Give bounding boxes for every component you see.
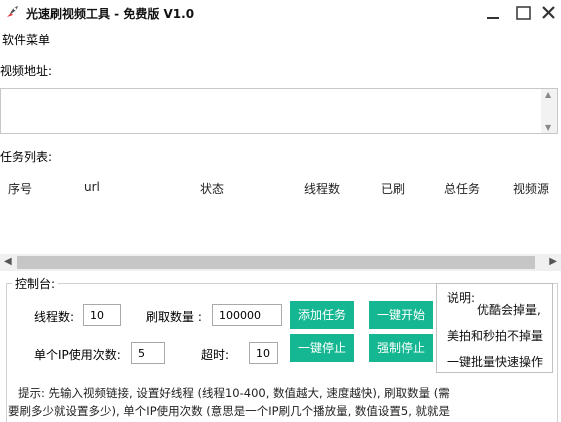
window-title: 光速刷视频工具 - 免费版 V1.0 [26, 7, 195, 21]
column-header-source[interactable]: 视频源 [513, 180, 549, 197]
tip-line-2: 要刷多少就设置多少), 单个IP使用次数 (意思是一个IP刷几个播放量, 数值设… [8, 404, 451, 418]
task-list-label: 任务列表: [0, 150, 53, 164]
maximize-icon[interactable] [514, 4, 534, 22]
force-stop-button[interactable]: 强制停止 [369, 334, 433, 362]
column-header-done[interactable]: 已刷 [381, 180, 405, 197]
threads-label: 线程数: [34, 310, 75, 324]
scroll-up-icon[interactable]: ▲ [545, 90, 551, 99]
notes-box: 说明: 优酷会掉量, 美拍和秒拍不掉量 一键批量快速操作 [436, 283, 553, 373]
tip-line-1: 提示: 先输入视频链接, 设置好线程 (线程10-400, 数值越大, 速度越快… [18, 386, 450, 400]
console-legend: 控制台: [12, 275, 59, 292]
column-header-total[interactable]: 总任务 [444, 180, 480, 197]
column-header-threads[interactable]: 线程数 [304, 180, 340, 197]
notes-line-3: 一键批量快速操作 [447, 355, 544, 369]
stop-all-button[interactable]: 一键停止 [290, 334, 354, 362]
minimize-icon[interactable] [483, 4, 503, 22]
rocket-icon [4, 4, 20, 20]
ip-uses-input[interactable] [131, 342, 165, 364]
column-header-index[interactable]: 序号 [8, 180, 32, 197]
notes-title: 说明: [447, 291, 476, 305]
title-bar: 光速刷视频工具 - 免费版 V1.0 [0, 0, 561, 28]
start-all-button[interactable]: 一键开始 [369, 301, 433, 329]
scrollbar-thumb[interactable] [17, 256, 535, 269]
task-table-scrollbar[interactable]: ◀ ▶ [0, 254, 561, 271]
close-icon[interactable] [539, 4, 559, 22]
column-header-url[interactable]: url [84, 180, 100, 194]
threads-input[interactable] [83, 304, 121, 326]
column-header-status[interactable]: 状态 [200, 180, 224, 197]
url-scrollbar[interactable]: ▲ ▼ [541, 89, 557, 133]
add-task-button[interactable]: 添加任务 [290, 301, 354, 329]
menu-software[interactable]: 软件菜单 [2, 31, 50, 48]
scroll-left-icon[interactable]: ◀ [4, 256, 12, 267]
brush-count-input[interactable] [212, 304, 282, 326]
notes-line-2: 美拍和秒拍不掉量 [447, 329, 544, 343]
scroll-right-icon[interactable]: ▶ [549, 256, 557, 267]
notes-line-1: 优酷会掉量, [477, 303, 541, 317]
video-url-input[interactable]: ▲ ▼ [0, 88, 558, 134]
video-address-label: 视频地址: [0, 64, 53, 78]
scroll-down-icon[interactable]: ▼ [545, 123, 551, 132]
timeout-input[interactable] [249, 342, 278, 364]
timeout-label: 超时: [201, 348, 230, 362]
ip-uses-label: 单个IP使用次数: [34, 348, 121, 362]
brush-count-label: 刷取数量 : [146, 310, 202, 324]
